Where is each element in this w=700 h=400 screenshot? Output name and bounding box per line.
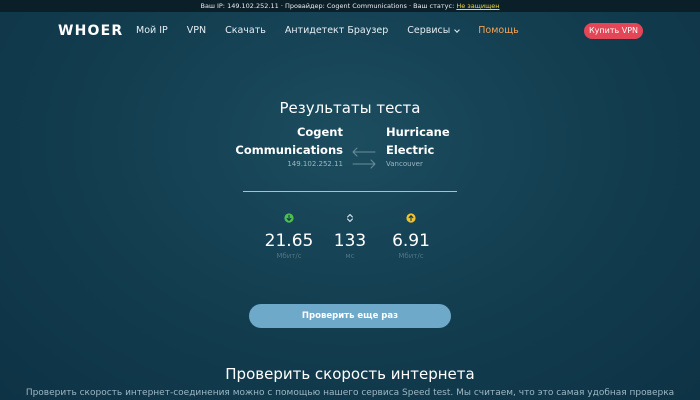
nav-my-ip[interactable]: Мой IP (136, 25, 168, 36)
retry-test-button[interactable]: Проверить еще раз (249, 304, 451, 328)
ping-chevrons-icon (347, 214, 353, 222)
status-label: Ваш статус: (413, 2, 457, 10)
status-link[interactable]: Не защищен (456, 2, 499, 10)
speedtest-page: Ваш IP: 149.102.252.11 · Провайдер: Coge… (0, 0, 700, 400)
info-bar: Ваш IP: 149.102.252.11 · Провайдер: Coge… (0, 0, 700, 12)
ip-info: Ваш IP: 149.102.252.11 (200, 2, 279, 10)
target-server: Hurricane Electric Vancouver (386, 123, 546, 169)
download-metric: 21.65 Мбит/с (254, 213, 324, 261)
ping-metric: 133 мс (315, 213, 385, 261)
site-header: WHOER Мой IP VPN Скачать Антидетект Брау… (0, 12, 700, 50)
download-arrow-icon (284, 213, 294, 223)
upload-arrow-icon (406, 213, 416, 223)
upload-value: 6.91 (392, 231, 430, 251)
source-name-line1: Cogent (296, 125, 343, 139)
nav-download[interactable]: Скачать (225, 25, 266, 36)
main-nav: Мой IP VPN Скачать Антидетект Браузер Се… (136, 25, 538, 36)
provider-info: Провайдер: Cogent Communications (284, 2, 407, 10)
target-name-line1: Hurricane (386, 125, 450, 139)
nav-services[interactable]: Сервисы (407, 25, 461, 36)
source-ip: 149.102.252.11 (287, 160, 343, 168)
results-divider (243, 191, 457, 192)
chevron-down-icon (454, 26, 461, 33)
nav-help[interactable]: Помощь (478, 25, 518, 36)
section-description: Проверить скорость интернет-соединения м… (25, 388, 675, 398)
whoer-logo[interactable]: WHOER (58, 23, 123, 39)
download-value: 21.65 (264, 231, 314, 251)
nav-antidetect-browser[interactable]: Антидетект Браузер (285, 25, 388, 36)
section-title: Проверить скорость интернета (225, 365, 475, 383)
source-name-line2: Communications (235, 143, 343, 157)
source-provider: Cogent Communications 149.102.252.11 (183, 123, 343, 169)
nav-vpn[interactable]: VPN (187, 25, 206, 36)
target-name-line2: Electric (386, 143, 435, 157)
upload-unit: Мбит/с (398, 252, 424, 260)
ping-value: 133 (333, 231, 367, 251)
target-location: Vancouver (386, 160, 423, 168)
upload-metric: 6.91 Мбит/с (376, 213, 446, 261)
ping-unit: мс (345, 252, 355, 260)
results-title: Результаты теста (279, 99, 421, 117)
nav-services-label: Сервисы (407, 25, 451, 36)
download-unit: Мбит/с (276, 252, 302, 260)
buy-vpn-button[interactable]: Купить VPN (584, 23, 643, 39)
exchange-arrows-icon (352, 147, 376, 169)
